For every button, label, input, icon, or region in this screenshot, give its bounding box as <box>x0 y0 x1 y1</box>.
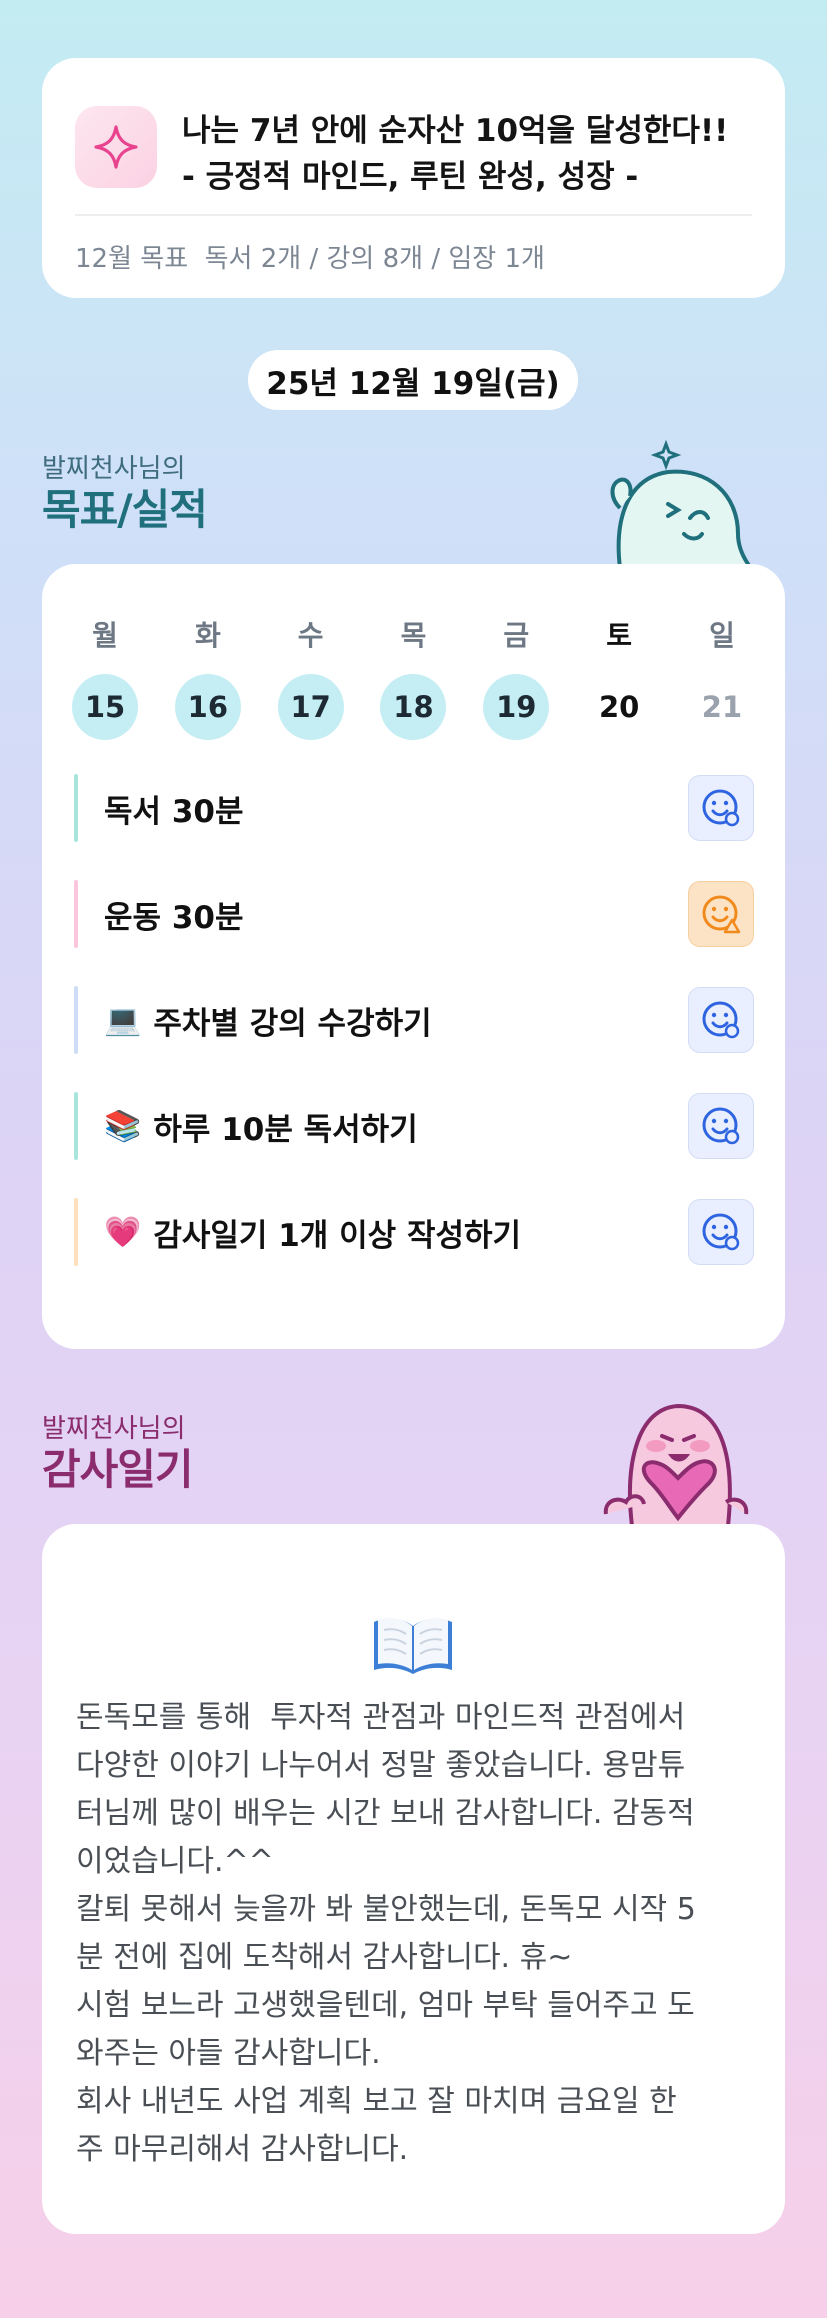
day-column[interactable]: 화 16 <box>174 614 241 740</box>
day-name: 목 <box>400 619 427 652</box>
task-emoji-icon: 💻 <box>104 1002 142 1038</box>
heart-mascot-icon <box>603 1403 749 1526</box>
day-column[interactable]: 일 21 <box>689 614 755 740</box>
gratitude-section-title: 감사일기 <box>42 1445 194 1494</box>
task-status-button[interactable] <box>688 987 754 1053</box>
date-pill: 25년 12월 19일(금) <box>248 350 578 410</box>
task-color-bar <box>74 1092 78 1160</box>
task-item[interactable]: 💗 감사일기 1개 이상 작성하기 <box>74 1198 754 1266</box>
goal-card[interactable]: 나는 7년 안에 순자산 10억을 달성한다!! - 긍정적 마인드, 루틴 완… <box>42 58 785 298</box>
goal-title-line1: 나는 7년 안에 순자산 10억을 달성한다!! <box>182 113 729 149</box>
task-status-button[interactable] <box>688 1093 754 1159</box>
goal-title-line2: - 긍정적 마인드, 루틴 완성, 성장 - <box>182 159 639 195</box>
smile-icon <box>699 998 743 1042</box>
week-days-row: 월 15 화 16 수 17 목 18 금 19 토 20 일 21 <box>72 614 755 740</box>
gratitude-card: 돈독모를 통해 투자적 관점과 마인드적 관점에서 다양한 이야기 나누어서 정… <box>42 1524 785 2234</box>
task-color-bar <box>74 774 78 842</box>
day-number[interactable]: 15 <box>72 674 138 740</box>
task-label: 주차별 강의 수강하기 <box>153 1005 432 1042</box>
goals-card: 월 15 화 16 수 17 목 18 금 19 토 20 일 21 독서 30분 운동 30분 💻 주차별… <box>42 564 785 1349</box>
sparkle-icon <box>75 106 157 188</box>
goals-section-title: 목표/실적 <box>42 485 208 534</box>
day-number[interactable]: 16 <box>174 674 241 740</box>
day-name: 토 <box>606 619 633 652</box>
divider <box>75 214 752 216</box>
gratitude-text: 돈독모를 통해 투자적 관점과 마인드적 관점에서 다양한 이야기 나누어서 정… <box>76 1700 696 2167</box>
open-book-icon <box>374 1618 452 1674</box>
day-name: 월 <box>92 619 118 652</box>
smile-icon <box>699 786 743 830</box>
day-column[interactable]: 목 18 <box>380 614 447 740</box>
day-number[interactable]: 17 <box>277 674 344 740</box>
task-color-bar <box>74 986 78 1054</box>
task-item[interactable]: 📚 하루 10분 독서하기 <box>74 1092 754 1160</box>
day-column[interactable]: 월 15 <box>72 614 138 740</box>
goal-title: 나는 7년 안에 순자산 10억을 달성한다!! - 긍정적 마인드, 루틴 완… <box>182 108 762 200</box>
task-label: 감사일기 1개 이상 작성하기 <box>153 1217 522 1254</box>
task-item[interactable]: 💻 주차별 강의 수강하기 <box>74 986 754 1054</box>
task-label: 운동 30분 <box>104 899 244 936</box>
task-status-button[interactable] <box>688 881 754 947</box>
day-name: 금 <box>503 619 530 652</box>
day-column[interactable]: 토 20 <box>586 614 652 740</box>
task-emoji-icon: 📚 <box>104 1108 142 1144</box>
day-column[interactable]: 수 17 <box>277 614 344 740</box>
task-emoji-icon: 💗 <box>104 1214 142 1250</box>
day-number[interactable]: 21 <box>689 674 755 740</box>
day-name: 일 <box>709 619 735 652</box>
day-number[interactable]: 20 <box>586 674 652 740</box>
task-label: 하루 10분 독서하기 <box>153 1111 418 1148</box>
day-number[interactable]: 19 <box>483 674 550 740</box>
task-label: 독서 30분 <box>104 793 244 830</box>
task-status-button[interactable] <box>688 1199 754 1265</box>
day-name: 수 <box>297 619 324 652</box>
task-color-bar <box>74 1198 78 1266</box>
smile-icon <box>699 1104 743 1148</box>
monthly-goal: 12월 목표 독서 2개 / 강의 8개 / 임장 1개 <box>75 244 545 274</box>
ghost-mascot-icon <box>610 439 750 568</box>
smile-warning-icon <box>699 892 743 936</box>
task-color-bar <box>74 880 78 948</box>
day-name: 화 <box>194 619 221 652</box>
task-status-button[interactable] <box>688 775 754 841</box>
day-number[interactable]: 18 <box>380 674 447 740</box>
task-item[interactable]: 운동 30분 <box>74 880 754 948</box>
task-item[interactable]: 독서 30분 <box>74 774 754 842</box>
smile-icon <box>699 1210 743 1254</box>
day-column[interactable]: 금 19 <box>483 614 550 740</box>
